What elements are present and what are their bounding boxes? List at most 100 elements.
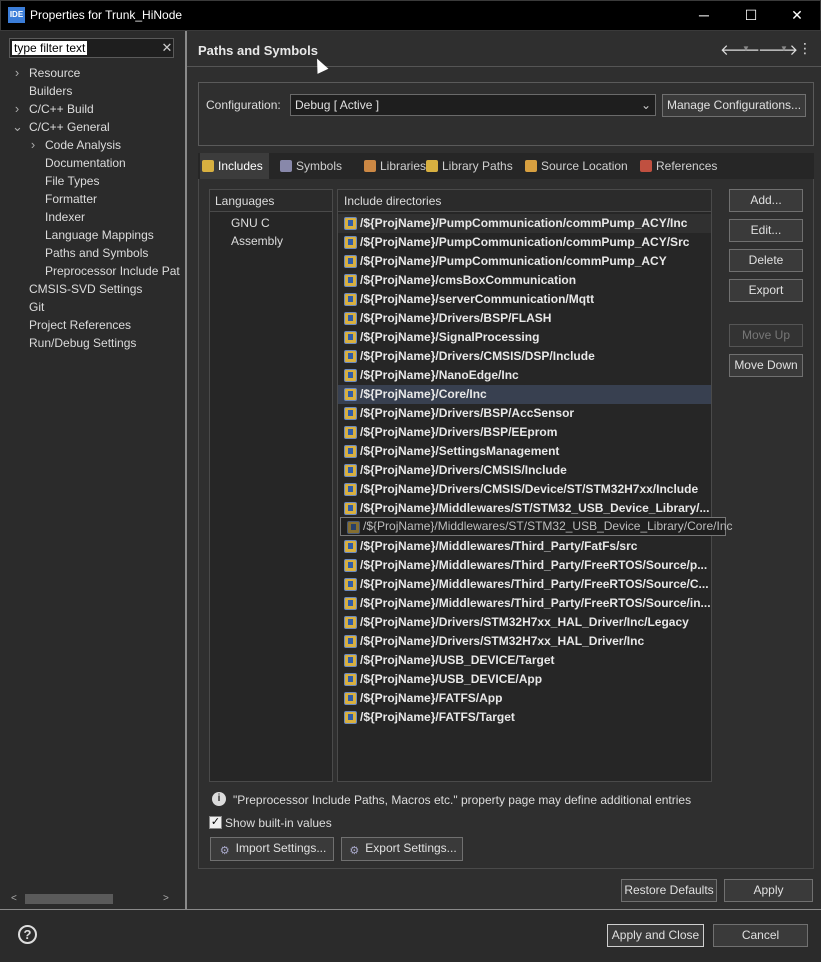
include-folder-icon [344,502,357,515]
scroll-thumb[interactable] [25,894,113,904]
tab-symbols[interactable]: Symbols [278,153,348,179]
move-down-button[interactable]: Move Down [729,354,803,377]
tab-source-location[interactable]: Source Location [523,153,634,179]
edit-button[interactable]: Edit... [729,219,803,242]
tree-item[interactable]: Indexer [45,208,85,226]
tree-item[interactable]: Git [29,298,44,316]
tree-item[interactable]: CMSIS-SVD Settings [29,280,142,298]
include-directory-row[interactable]: /${ProjName}/Middlewares/Third_Party/Fre… [338,594,711,613]
tree-item-label: CMSIS-SVD Settings [29,282,143,296]
tab-bar: Includes Symbols Libraries Library Paths Sou… [198,153,814,179]
tree-horizontal-scrollbar[interactable]: < > [9,890,174,908]
tree-item[interactable]: Run/Debug Settings [29,334,136,352]
include-directory-row[interactable]: /${ProjName}/NanoEdge/Inc [338,366,711,385]
scroll-right-icon[interactable]: > [163,893,169,904]
include-directory-row[interactable]: /${ProjName}/FATFS/App [338,689,711,708]
close-icon[interactable]: ✕ [786,5,808,25]
include-directory-row[interactable]: /${ProjName}/Drivers/BSP/FLASH [338,309,711,328]
include-path-text: /${ProjName}/PumpCommunication/commPump_… [360,254,667,268]
apply-and-close-button[interactable]: Apply and Close [607,924,704,947]
tab-includes[interactable]: Includes [200,153,269,179]
include-directory-row[interactable]: /${ProjName}/Drivers/CMSIS/Include [338,461,711,480]
include-directory-row[interactable]: /${ProjName}/Middlewares/Third_Party/Fat… [338,537,711,556]
chevron-right-icon[interactable]: › [12,64,22,82]
tree-item-label: Builders [29,84,73,98]
show-builtin-label: Show built-in values [225,816,332,830]
tree-item[interactable]: Paths and Symbols [45,244,148,262]
include-directory-row[interactable]: /${ProjName}/Drivers/BSP/EEprom [338,423,711,442]
cancel-button[interactable]: Cancel [713,924,808,947]
include-directory-row[interactable]: /${ProjName}/PumpCommunication/commPump_… [338,214,711,233]
scroll-left-icon[interactable]: < [11,893,17,904]
tree-item[interactable]: Preprocessor Include Pat [45,262,180,280]
clear-filter-icon[interactable]: ✕ [160,40,174,56]
apply-button[interactable]: Apply [724,879,813,902]
include-path-text: /${ProjName}/Middlewares/Third_Party/Fat… [360,539,638,553]
tree-item[interactable]: › C/C++ Build [15,100,94,118]
include-directory-row[interactable]: /${ProjName}/Drivers/STM32H7xx_HAL_Drive… [338,632,711,651]
tree-item-label: File Types [45,174,100,188]
include-directory-row[interactable]: /${ProjName}/Drivers/CMSIS/DSP/Include [338,347,711,366]
forward-arrow-icon[interactable]: 🡒 [758,40,798,59]
include-directory-row[interactable]: /${ProjName}/Middlewares/Third_Party/Fre… [338,575,711,594]
tree-item[interactable]: File Types [45,172,99,190]
minimize-icon[interactable]: ─ [693,5,715,25]
help-icon[interactable]: ? [18,925,37,944]
include-directories-list[interactable]: Include directories /${ProjName}/PumpCom… [337,189,712,782]
tree-item[interactable]: Builders [29,82,72,100]
back-arrow-icon[interactable]: 🡐 [720,40,760,59]
tab-libraries[interactable]: Libraries [362,153,432,179]
include-folder-icon [344,426,357,439]
tab-references[interactable]: References [638,153,723,179]
include-directory-row[interactable]: /${ProjName}/serverCommunication/Mqtt [338,290,711,309]
back-menu-chevron-icon[interactable]: ▼ [742,44,750,53]
include-directory-row[interactable]: /${ProjName}/SettingsManagement [338,442,711,461]
include-directory-row[interactable]: /${ProjName}/Core/Inc [338,385,711,404]
language-item[interactable]: Assembly [231,232,283,250]
include-directory-row[interactable]: /${ProjName}/PumpCommunication/commPump_… [338,233,711,252]
tab-library-paths[interactable]: Library Paths [424,153,519,179]
include-directory-row[interactable]: /${ProjName}/Drivers/STM32H7xx_HAL_Drive… [338,613,711,632]
include-directory-row[interactable]: /${ProjName}/Middlewares/ST/STM32_USB_De… [338,499,711,518]
maximize-icon[interactable]: ☐ [740,5,762,25]
tree-item[interactable]: Project References [29,316,131,334]
more-menu-icon[interactable]: ⋮ [798,40,812,57]
languages-list[interactable]: Languages GNU C Assembly [209,189,333,782]
export-button[interactable]: Export [729,279,803,302]
export-settings-button[interactable]: ⚙ Export Settings... [341,837,463,861]
include-directory-row[interactable]: /${ProjName}/USB_DEVICE/Target [338,651,711,670]
manage-configurations-button[interactable]: Manage Configurations... [662,94,806,117]
add-button[interactable]: Add... [729,189,803,212]
include-directory-row[interactable]: /${ProjName}/PumpCommunication/commPump_… [338,252,711,271]
tree-item[interactable]: Documentation [45,154,126,172]
include-directory-row[interactable]: /${ProjName}/USB_DEVICE/App [338,670,711,689]
include-directory-row[interactable]: /${ProjName}/FATFS/Target [338,708,711,727]
tree-item[interactable]: ⌄ C/C++ General [12,118,110,136]
include-directory-row[interactable]: /${ProjName}/cmsBoxCommunication [338,271,711,290]
tree-item[interactable]: Formatter [45,190,97,208]
configuration-value: Debug [ Active ] [295,98,380,112]
chevron-right-icon[interactable]: › [12,100,22,118]
configuration-select[interactable]: Debug [ Active ] ⌄ [290,94,656,116]
include-directory-row[interactable]: /${ProjName}/Drivers/BSP/AccSensor [338,404,711,423]
filter-input[interactable]: type filter text ✕ [9,38,174,58]
restore-defaults-button[interactable]: Restore Defaults [621,879,717,902]
chevron-right-icon[interactable]: › [28,136,38,154]
tree-item[interactable]: Language Mappings [45,226,154,244]
include-folder-icon [344,578,357,591]
language-item[interactable]: GNU C [231,214,270,232]
include-directory-row[interactable]: /${ProjName}/SignalProcessing [338,328,711,347]
delete-button[interactable]: Delete [729,249,803,272]
include-directory-row[interactable]: /${ProjName}/Drivers/CMSIS/Device/ST/STM… [338,480,711,499]
include-path-text: /${ProjName}/NanoEdge/Inc [360,368,519,382]
import-settings-button[interactable]: ⚙ Import Settings... [210,837,334,861]
forward-menu-chevron-icon[interactable]: ▼ [780,44,788,53]
tree-item-label: Indexer [45,210,86,224]
include-path-text: /${ProjName}/PumpCommunication/commPump_… [360,216,688,230]
include-directory-row[interactable]: /${ProjName}/Middlewares/Third_Party/Fre… [338,556,711,575]
tree-item[interactable]: › Resource [15,64,81,82]
show-builtin-checkbox[interactable]: ✓ [209,816,222,829]
move-up-button[interactable]: Move Up [729,324,803,347]
chevron-down-icon[interactable]: ⌄ [12,118,23,136]
tree-item[interactable]: › Code Analysis [31,136,121,154]
